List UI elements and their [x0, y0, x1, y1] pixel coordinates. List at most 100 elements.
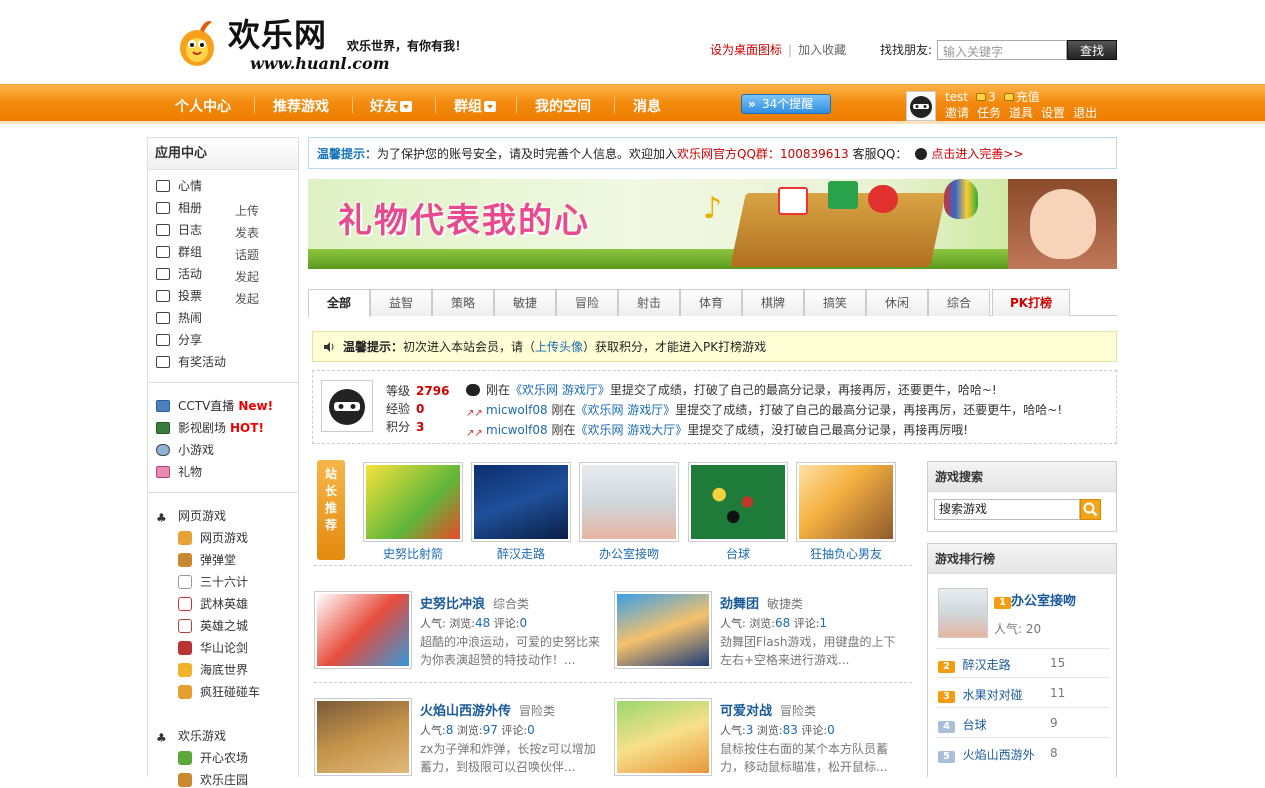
- avatar[interactable]: [321, 380, 373, 432]
- nav-personal-center[interactable]: 个人中心: [175, 96, 231, 116]
- game-name[interactable]: 可爱对战: [720, 704, 772, 719]
- feed-user[interactable]: micwolf08: [486, 403, 548, 417]
- web-game-item[interactable]: 英雄之城: [178, 618, 248, 634]
- sidebar-item-blog[interactable]: 日志: [156, 222, 202, 238]
- avatar[interactable]: [906, 91, 936, 121]
- web-game-item[interactable]: 疯狂碰碰车: [178, 684, 260, 700]
- search-button[interactable]: [1080, 499, 1101, 520]
- ranking-game-name[interactable]: 台球: [963, 718, 987, 732]
- game-name[interactable]: 火焰山西游外传: [420, 704, 511, 719]
- logout-link[interactable]: 退出: [1073, 106, 1097, 120]
- sidebar-item-share[interactable]: 分享: [156, 332, 202, 348]
- game-name[interactable]: 劲舞团: [720, 597, 759, 612]
- nav-recommended-games[interactable]: 推荐游戏: [273, 96, 329, 116]
- ranking-row[interactable]: 5 火焰山西游外 8: [938, 746, 1110, 763]
- sidebar-item-minigames[interactable]: 小游戏: [156, 442, 214, 458]
- ranking-row[interactable]: 2 醉汉走路 15: [938, 656, 1110, 673]
- web-game-item[interactable]: 三十六计: [178, 574, 248, 590]
- game-title[interactable]: 火焰山西游外传 冒险类: [420, 700, 555, 719]
- game-name[interactable]: 史努比射箭: [363, 545, 463, 562]
- sidebar-item-theater[interactable]: 影视剧场 HOT!: [156, 420, 264, 436]
- blog-post-link[interactable]: 发表: [235, 224, 259, 241]
- feed-game-link[interactable]: 《欢乐网 游戏大厅》: [575, 423, 687, 437]
- sidebar-item-album[interactable]: 相册: [156, 200, 202, 216]
- reminders-button[interactable]: 34个提醒: [741, 94, 831, 114]
- fun-game-item[interactable]: 开心农场: [178, 750, 248, 766]
- tab-pk-ranking[interactable]: PK打榜: [992, 289, 1070, 316]
- invite-link[interactable]: 邀请: [945, 106, 969, 120]
- tab-agility[interactable]: 敏捷: [494, 289, 556, 316]
- sidebar-item-gifts[interactable]: 礼物: [156, 464, 202, 480]
- sidebar-item-mood[interactable]: 心情: [156, 178, 202, 194]
- album-upload-link[interactable]: 上传: [235, 202, 259, 219]
- ranking-game-name[interactable]: 醉汉走路: [963, 658, 1011, 672]
- sidebar-item-vote[interactable]: 投票: [156, 288, 202, 304]
- recommended-game[interactable]: 办公室接吻: [579, 462, 679, 562]
- game-thumbnail[interactable]: [314, 698, 412, 776]
- top-game-thumbnail[interactable]: [938, 588, 988, 638]
- game-title[interactable]: 劲舞团 敏捷类: [720, 593, 803, 612]
- settings-link[interactable]: 设置: [1041, 106, 1065, 120]
- event-create-link[interactable]: 发起: [235, 268, 259, 285]
- ranking-row[interactable]: 3 水果对对碰 11: [938, 686, 1110, 703]
- group-topic-link[interactable]: 话题: [235, 246, 259, 263]
- web-game-item[interactable]: 武林英雄: [178, 596, 248, 612]
- tab-shooting[interactable]: 射击: [618, 289, 680, 316]
- tab-casual[interactable]: 休闲: [866, 289, 928, 316]
- nav-my-space[interactable]: 我的空间: [535, 96, 591, 116]
- recommended-game[interactable]: 台球: [688, 462, 788, 562]
- bookmark-link[interactable]: 加入收藏: [798, 43, 846, 57]
- sidebar-item-trending[interactable]: 热闹: [156, 310, 202, 326]
- sidebar-item-prize[interactable]: 有奖活动: [156, 354, 226, 370]
- complete-info-link[interactable]: 点击进入完善>>: [931, 147, 1023, 161]
- find-friend-input[interactable]: 输入关键字: [937, 40, 1067, 60]
- username[interactable]: test: [945, 90, 968, 104]
- sidebar-item-cctv[interactable]: CCTV直播 New!: [156, 398, 273, 414]
- game-thumbnail[interactable]: [579, 462, 679, 542]
- game-name[interactable]: 办公室接吻: [579, 545, 679, 562]
- feed-user[interactable]: micwolf08: [486, 423, 548, 437]
- top-game-title[interactable]: 1 办公室接吻: [994, 590, 1076, 609]
- qq-penguin-icon[interactable]: [915, 148, 928, 160]
- feed-game-link[interactable]: 《欢乐网 游戏厅》: [575, 403, 675, 417]
- ranking-game-name[interactable]: 水果对对碰: [963, 688, 1023, 702]
- game-thumbnail[interactable]: [471, 462, 571, 542]
- recharge-link[interactable]: 充值: [1016, 90, 1040, 104]
- game-name[interactable]: 台球: [688, 545, 788, 562]
- tab-puzzle[interactable]: 益智: [370, 289, 432, 316]
- sidebar-item-groups[interactable]: 群组: [156, 244, 202, 260]
- web-game-item[interactable]: 华山论剑: [178, 640, 248, 656]
- tab-strategy[interactable]: 策略: [432, 289, 494, 316]
- game-thumbnail[interactable]: [796, 462, 896, 542]
- game-name[interactable]: 史努比冲浪: [420, 597, 485, 612]
- web-game-item[interactable]: 网页游戏: [178, 530, 248, 546]
- fun-game-item[interactable]: 欢乐庄园: [178, 772, 248, 788]
- web-game-item[interactable]: 海底世界: [178, 662, 248, 678]
- game-search-input[interactable]: 搜索游戏: [934, 499, 1080, 520]
- recommended-game[interactable]: 狂抽负心男友: [796, 462, 896, 562]
- gift-banner[interactable]: 礼物代表我的心 ♪: [308, 179, 1117, 269]
- game-title[interactable]: 可爱对战 冒险类: [720, 700, 816, 719]
- recommended-game[interactable]: 史努比射箭: [363, 462, 463, 562]
- vote-create-link[interactable]: 发起: [235, 290, 259, 307]
- find-button[interactable]: 查找: [1067, 40, 1117, 60]
- top-game-name[interactable]: 办公室接吻: [1011, 594, 1076, 609]
- nav-friends[interactable]: 好友: [370, 96, 412, 116]
- game-name[interactable]: 醉汉走路: [471, 545, 571, 562]
- game-thumbnail[interactable]: [363, 462, 463, 542]
- ranking-game-name[interactable]: 火焰山西游外: [963, 748, 1035, 762]
- recommended-game[interactable]: 醉汉走路: [471, 462, 571, 562]
- web-game-item[interactable]: 弹弹堂: [178, 552, 236, 568]
- tasks-link[interactable]: 任务: [977, 106, 1001, 120]
- game-thumbnail[interactable]: [688, 462, 788, 542]
- tab-general[interactable]: 综合: [928, 289, 990, 316]
- tab-adventure[interactable]: 冒险: [556, 289, 618, 316]
- nav-messages[interactable]: 消息: [633, 96, 661, 116]
- set-desktop-link[interactable]: 设为桌面图标: [710, 43, 782, 57]
- nav-groups[interactable]: 群组: [454, 96, 496, 116]
- tab-sports[interactable]: 体育: [680, 289, 742, 316]
- items-link[interactable]: 道具: [1009, 106, 1033, 120]
- game-thumbnail[interactable]: [614, 591, 712, 669]
- game-thumbnail[interactable]: [614, 698, 712, 776]
- game-thumbnail[interactable]: [314, 591, 412, 669]
